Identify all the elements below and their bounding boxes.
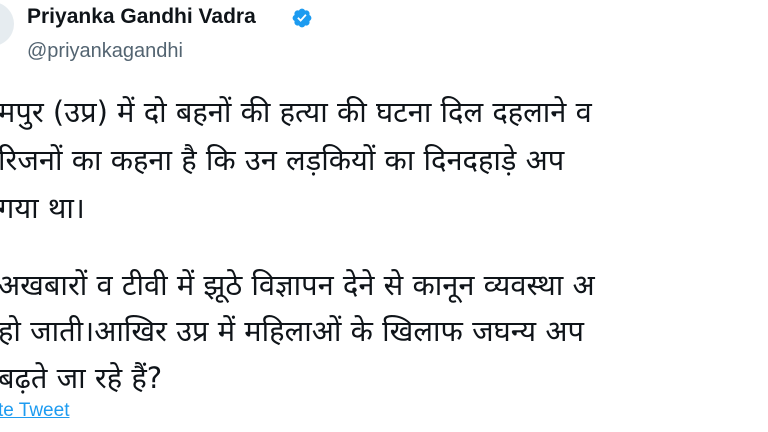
author-name[interactable]: Priyanka Gandhi Vadra <box>27 3 256 31</box>
avatar[interactable] <box>0 2 14 46</box>
tweet-text-line: अखबारों व टीवी में झूठे विज्ञापन देने से… <box>0 268 595 302</box>
tweet-text-line: हो जाती।आखिर उप्र में महिलाओं के खिलाफ ज… <box>0 314 584 348</box>
tweet-text-line: रिजनों का कहना है कि उन लड़कियों का दिनद… <box>0 143 565 177</box>
tweet-text-line: मपुर (उप्र) में दो बहनों की हत्या की घटन… <box>0 95 592 129</box>
tweet-text-line: बढ़ते जा रहे हैं? <box>0 361 163 395</box>
translate-tweet-link[interactable]: te Tweet <box>0 398 69 424</box>
verified-badge-icon <box>292 8 312 28</box>
author-handle[interactable]: @priyankagandhi <box>27 38 183 64</box>
tweet-text-line: गया था। <box>0 191 85 225</box>
tweet-card: Priyanka Gandhi Vadra @priyankagandhi मप… <box>0 0 768 432</box>
